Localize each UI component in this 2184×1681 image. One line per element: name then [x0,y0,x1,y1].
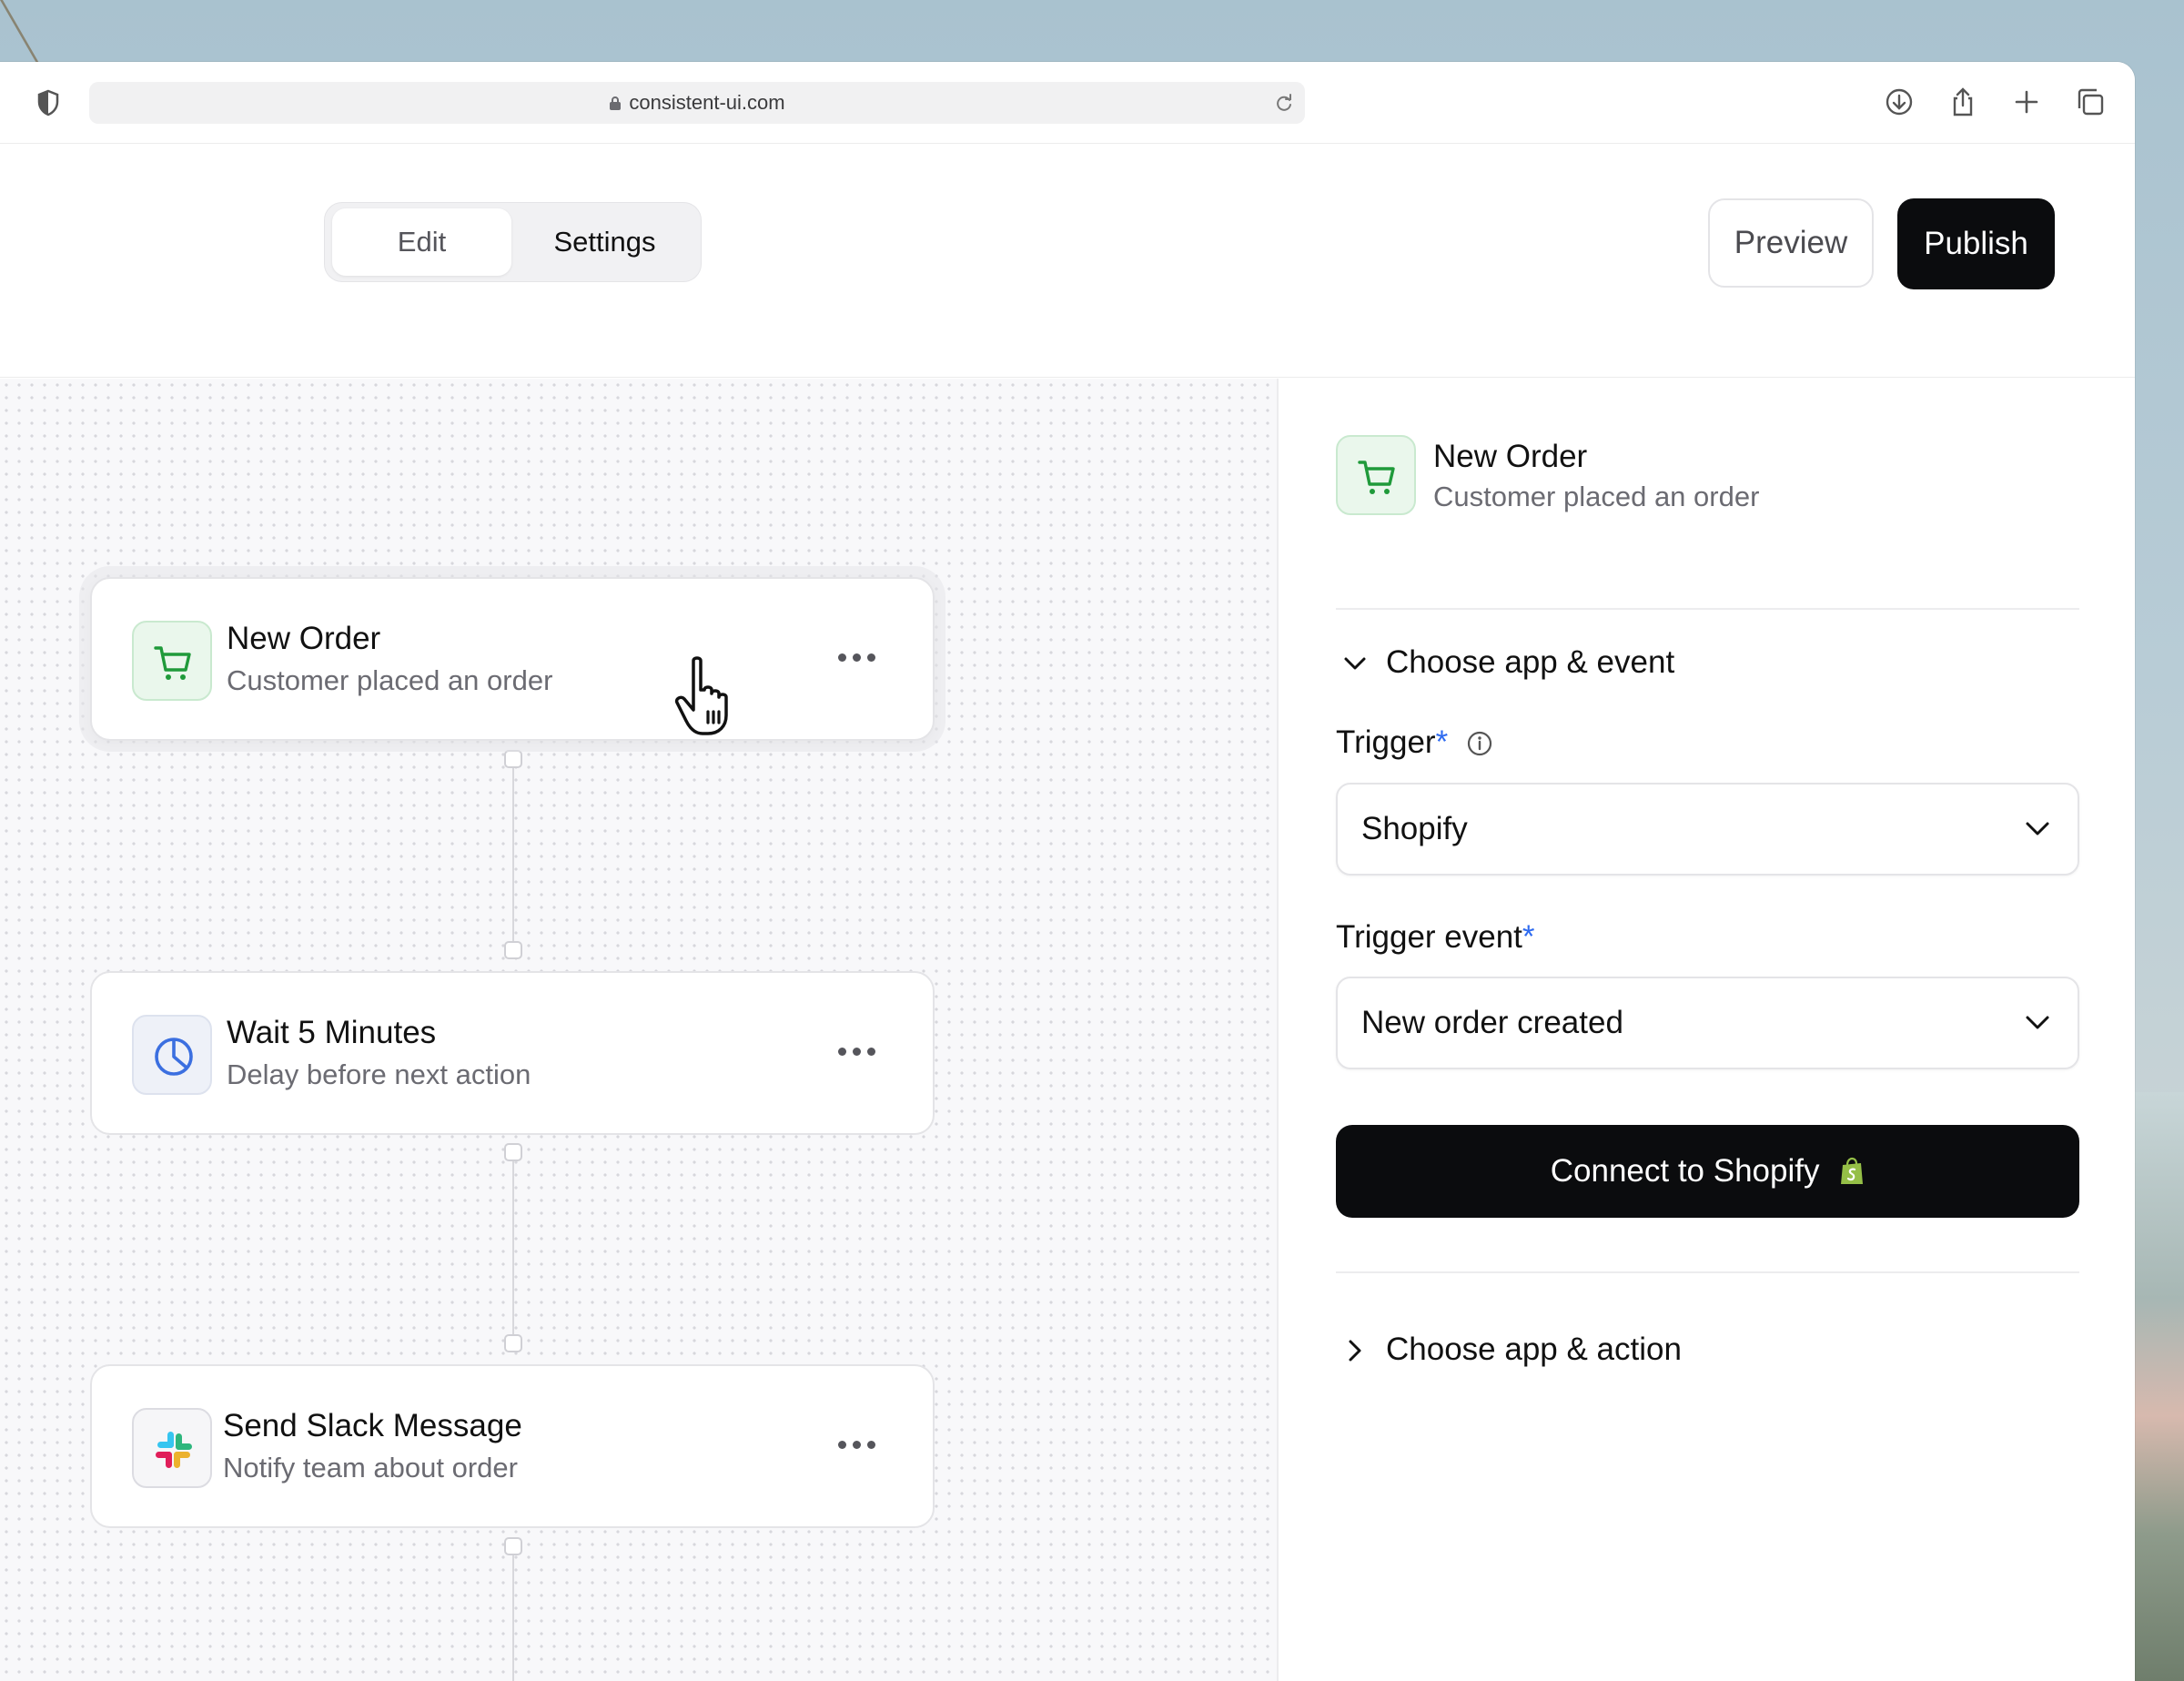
divider [1336,608,2079,610]
reload-icon[interactable] [1274,93,1294,113]
more-options-icon[interactable] [834,1432,880,1459]
connect-button-label: Connect to Shopify [1550,1153,1820,1189]
panel-title: New Order [1433,439,1588,474]
trigger-select-value: Shopify [1361,811,1468,846]
node-title: Send Slack Message [223,1408,522,1443]
node-subtitle: Customer placed an order [227,664,553,696]
shopping-cart-icon [154,646,191,680]
lock-icon [610,96,622,110]
panel-subtitle: Customer placed an order [1433,481,1760,512]
connector-handle[interactable] [504,1143,522,1161]
required-marker: * [1522,919,1535,955]
workflow-node-slack[interactable]: Send Slack Message Notify team about ord… [90,1364,935,1528]
info-icon[interactable] [1466,730,1493,757]
chevron-right-icon [1349,1340,1361,1362]
new-tab-icon[interactable] [2010,86,2043,118]
tab-settings[interactable]: Settings [516,208,693,276]
node-icon-box [132,621,212,701]
connector-line [512,759,514,950]
workflow-node-new-order[interactable]: New Order Customer placed an order [90,577,935,741]
desktop-wallpaper [2135,1092,2184,1681]
connector-handle[interactable] [504,750,522,768]
node-title: New Order [227,621,381,656]
node-title: Wait 5 Minutes [227,1015,437,1050]
node-icon-box [132,1408,212,1488]
required-marker: * [1435,724,1449,760]
connector-handle[interactable] [504,941,522,959]
wallpaper-leaf [0,0,73,62]
preview-button[interactable]: Preview [1708,198,1874,288]
publish-button[interactable]: Publish [1897,198,2055,289]
section-label: Choose app & event [1386,644,1675,680]
connector-line [512,1152,514,1343]
node-subtitle: Delay before next action [227,1058,531,1090]
trigger-select[interactable]: Shopify [1336,783,2079,876]
browser-toolbar: consistent-ui.com [0,62,2135,144]
tab-overview-icon[interactable] [2074,86,2107,118]
node-subtitle: Notify team about order [223,1452,518,1484]
section-label: Choose app & action [1386,1332,1682,1367]
url-text: consistent-ui.com [629,91,785,114]
trigger-event-select-value: New order created [1361,1005,1623,1040]
trigger-event-label: Trigger event* [1336,919,1535,955]
trigger-event-select[interactable]: New order created [1336,977,2079,1069]
share-icon[interactable] [1946,86,1979,118]
chevron-down-icon [2026,822,2049,835]
clock-icon [155,1038,193,1076]
shopify-bag-icon [1841,1157,1864,1184]
node-icon-box [132,1015,212,1095]
downloads-icon[interactable] [1883,86,1916,118]
connector-handle[interactable] [504,1537,522,1555]
connector-handle[interactable] [504,1334,522,1352]
connector-line [512,1546,514,1681]
chevron-down-icon [1344,657,1366,670]
more-options-icon[interactable] [834,1038,880,1066]
node-config-panel: New Order Customer placed an order Choos… [1280,379,2135,1681]
hand-pointer-cursor-icon [674,656,728,735]
mode-tabs: Edit Settings [324,202,702,282]
more-options-icon[interactable] [834,644,880,672]
trigger-label: Trigger* [1336,724,1493,761]
shopping-cart-icon [1358,461,1395,494]
section-choose-app-event[interactable]: Choose app & event [1342,644,1674,681]
privacy-shield-icon[interactable] [36,89,60,116]
divider [1336,1271,2079,1273]
tab-edit[interactable]: Edit [332,208,511,276]
workflow-canvas[interactable]: New Order Customer placed an order Wait … [0,379,1279,1681]
address-bar[interactable]: consistent-ui.com [89,82,1305,124]
connect-shopify-button[interactable]: Connect to Shopify [1336,1125,2079,1218]
chevron-down-icon [2026,1016,2049,1029]
browser-window: consistent-ui.com Edit Settings Preview [0,62,2135,1681]
workflow-node-wait[interactable]: Wait 5 Minutes Delay before next action [90,971,935,1135]
slack-icon [156,1432,192,1468]
section-choose-app-action[interactable]: Choose app & action [1342,1332,1682,1368]
panel-node-icon-box [1336,435,1416,515]
